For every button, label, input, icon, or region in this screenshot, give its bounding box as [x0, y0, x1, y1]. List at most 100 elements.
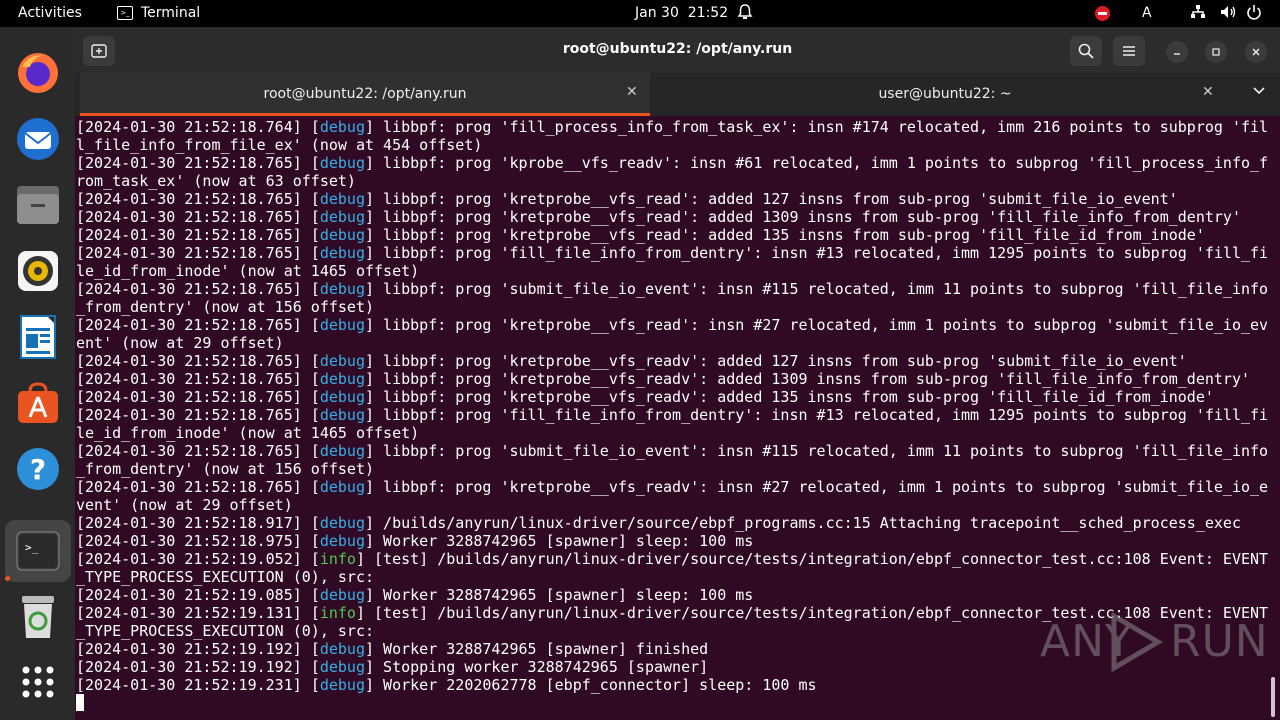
close-tab-icon[interactable]: ✕: [626, 84, 638, 100]
log-level: debug: [319, 370, 365, 388]
log-timestamp: [2024-01-30 21:52:18.975]: [76, 532, 311, 550]
anyrun-watermark: ANY RUN: [1040, 610, 1268, 676]
firefox-icon[interactable]: [15, 50, 61, 96]
menu-button[interactable]: [1113, 36, 1145, 66]
power-icon[interactable]: [1246, 3, 1262, 25]
terminal-line: _from_dentry' (now at 156 offset): [76, 298, 1268, 316]
app-center-icon[interactable]: [15, 380, 61, 426]
terminal-line: [2024-01-30 21:52:18.975] [debug] Worker…: [76, 532, 754, 550]
log-timestamp: [2024-01-30 21:52:19.192]: [76, 658, 311, 676]
log-message: Worker 3288742965 [spawner] finished: [374, 640, 709, 658]
terminal-line: vent' (now at 29 offset): [76, 496, 1268, 514]
log-message: Stopping worker 3288742965 [spawner]: [374, 658, 709, 676]
log-level: debug: [319, 640, 365, 658]
log-timestamp: [2024-01-30 21:52:18.765]: [76, 442, 311, 460]
log-message: libbpf: prog 'fill_file_info_from_dentry…: [374, 406, 1269, 424]
writer-icon[interactable]: [15, 314, 61, 360]
window-header: root@ubuntu22: /opt/any.run: [75, 27, 1280, 73]
log-level: debug: [319, 406, 365, 424]
help-icon[interactable]: ?: [15, 446, 61, 492]
terminal-line: [2024-01-30 21:52:18.765] [debug] libbpf…: [76, 190, 1178, 208]
app-name: Terminal: [141, 5, 201, 21]
terminal-line: [2024-01-30 21:52:18.765] [debug] libbpf…: [76, 280, 1269, 298]
log-timestamp: [2024-01-30 21:52:19.231]: [76, 676, 311, 694]
close-button[interactable]: [1245, 41, 1267, 63]
log-message: /builds/anyrun/linux-driver/source/ebpf_…: [374, 514, 1241, 532]
log-message: Worker 3288742965 [spawner] sleep: 100 m…: [374, 532, 754, 550]
search-icon: [1078, 43, 1094, 59]
tab-list-chevron-down-icon[interactable]: [1252, 83, 1266, 101]
files-icon[interactable]: [15, 182, 61, 228]
log-timestamp: [2024-01-30 21:52:19.052]: [76, 550, 311, 568]
time-label: 21:52: [687, 5, 729, 21]
trash-icon[interactable]: [15, 594, 61, 640]
log-timestamp: [2024-01-30 21:52:18.765]: [76, 226, 311, 244]
log-message: libbpf: prog 'kretprobe__vfs_read': adde…: [374, 190, 1178, 208]
terminal-line: [2024-01-30 21:52:18.765] [debug] libbpf…: [76, 352, 1187, 370]
volume-icon[interactable]: [1219, 4, 1237, 24]
log-timestamp: [2024-01-30 21:52:18.765]: [76, 244, 311, 262]
terminal-line: [2024-01-30 21:52:18.765] [debug] libbpf…: [76, 388, 1214, 406]
terminal-line: [2024-01-30 21:52:18.765] [debug] libbpf…: [76, 406, 1269, 424]
log-level: debug: [319, 208, 365, 226]
thunderbird-icon[interactable]: [15, 116, 61, 162]
log-message: libbpf: prog 'fill_process_info_from_tas…: [374, 118, 1269, 136]
log-message: le_id_from_inode' (now at 1465 offset): [76, 424, 420, 442]
log-level: debug: [319, 190, 365, 208]
terminal-line: [2024-01-30 21:52:18.765] [debug] libbpf…: [76, 316, 1269, 334]
log-level: debug: [319, 226, 365, 244]
tab-root[interactable]: root@ubuntu22: /opt/any.run ✕: [80, 73, 650, 116]
log-message: libbpf: prog 'kretprobe__vfs_readv': add…: [374, 370, 1251, 388]
log-timestamp: [2024-01-30 21:52:18.765]: [76, 280, 311, 298]
log-message: libbpf: prog 'kretprobe__vfs_readv': add…: [374, 352, 1187, 370]
keyboard-layout-indicator[interactable]: A: [1142, 5, 1152, 21]
tab-user[interactable]: user@ubuntu22: ~ ✕: [655, 73, 1235, 116]
log-message: l_file_info_from_file_ex' (now at 454 of…: [76, 136, 483, 154]
scrollbar[interactable]: [1271, 677, 1275, 717]
dock: ? >_: [0, 27, 75, 720]
terminal-line: [2024-01-30 21:52:18.764] [debug] libbpf…: [76, 118, 1269, 136]
log-message: libbpf: prog 'kretprobe__vfs_read': insn…: [374, 316, 1269, 334]
network-icon[interactable]: [1190, 4, 1206, 24]
log-timestamp: [2024-01-30 21:52:18.765]: [76, 352, 311, 370]
maximize-button[interactable]: [1205, 41, 1227, 63]
recording-indicator-icon[interactable]: [1095, 6, 1110, 21]
log-level: info: [319, 550, 356, 568]
terminal-line: [2024-01-30 21:52:18.917] [debug] /build…: [76, 514, 1241, 532]
date-label: Jan 30: [635, 5, 679, 21]
terminal-icon: >_: [117, 6, 133, 20]
rhythmbox-icon[interactable]: [15, 248, 61, 294]
log-level: debug: [319, 118, 365, 136]
terminal-line: _from_dentry' (now at 156 offset): [76, 460, 1268, 478]
log-level: debug: [319, 244, 365, 262]
notification-bell-icon: [737, 3, 753, 25]
log-timestamp: [2024-01-30 21:52:18.765]: [76, 316, 311, 334]
log-level: debug: [319, 280, 365, 298]
log-message: libbpf: prog 'fill_file_info_from_dentry…: [374, 244, 1269, 262]
log-message: rom_task_ex' (now at 63 offset): [76, 172, 356, 190]
log-level: debug: [319, 532, 365, 550]
terminal-line: le_id_from_inode' (now at 1465 offset): [76, 262, 1268, 280]
log-timestamp: [2024-01-30 21:52:18.765]: [76, 190, 311, 208]
log-timestamp: [2024-01-30 21:52:18.765]: [76, 388, 311, 406]
log-level: info: [319, 604, 356, 622]
show-apps-icon[interactable]: [15, 659, 61, 705]
app-menu[interactable]: >_ Terminal: [117, 5, 200, 21]
minimize-button[interactable]: [1166, 41, 1188, 63]
top-bar: Activities >_ Terminal Jan 30 21:52 A: [0, 0, 1280, 27]
log-message: _from_dentry' (now at 156 offset): [76, 298, 375, 316]
close-tab-icon[interactable]: ✕: [1202, 84, 1214, 100]
log-timestamp: [2024-01-30 21:52:18.765]: [76, 154, 311, 172]
terminal-icon[interactable]: >_: [5, 520, 71, 582]
log-level: debug: [319, 352, 365, 370]
clock[interactable]: Jan 30 21:52: [635, 5, 728, 21]
tab-label: user@ubuntu22: ~: [878, 86, 1012, 102]
terminal-line: [2024-01-30 21:52:18.765] [debug] libbpf…: [76, 478, 1269, 496]
activities-button[interactable]: Activities: [18, 5, 82, 21]
log-lines: [2024-01-30 21:52:18.764] [debug] libbpf…: [76, 118, 1268, 694]
log-message: ent' (now at 29 offset): [76, 334, 284, 352]
log-level: debug: [319, 658, 365, 676]
log-message: _TYPE_PROCESS_EXECUTION (0), src:: [76, 622, 375, 640]
search-button[interactable]: [1070, 36, 1102, 66]
log-message: libbpf: prog 'submit_file_io_event': ins…: [374, 442, 1269, 460]
